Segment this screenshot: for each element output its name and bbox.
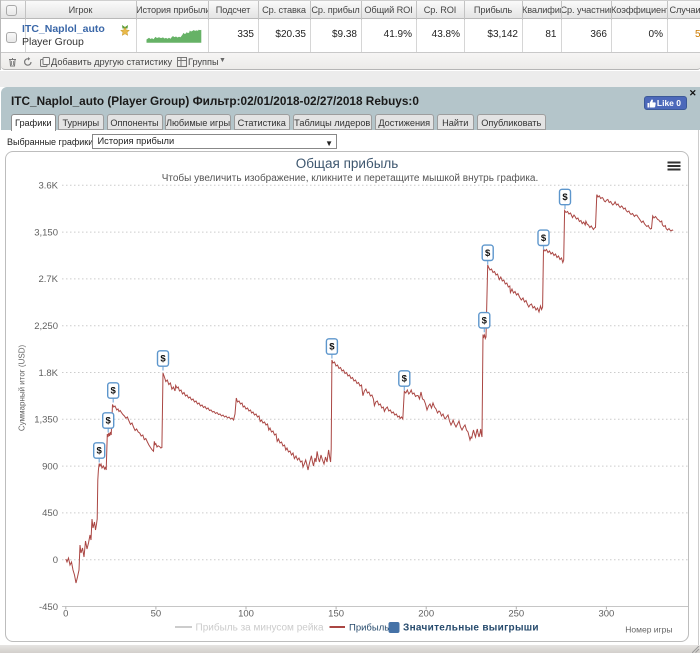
svg-text:0: 0 [53,555,58,566]
svg-text:$: $ [562,192,568,203]
svg-text:$: $ [329,342,335,353]
svg-text:$: $ [485,248,491,259]
svg-text:Номер игры: Номер игры [625,625,672,635]
svg-text:Прибыль: Прибыль [349,623,389,634]
svg-text:$: $ [541,233,547,244]
svg-text:300: 300 [598,609,614,620]
svg-text:Суммарный итог (USD): Суммарный итог (USD) [18,345,27,432]
svg-text:$: $ [97,446,103,457]
svg-text:-450: -450 [39,602,58,613]
svg-text:1,350: 1,350 [34,415,58,426]
svg-text:$: $ [111,386,117,397]
svg-text:100: 100 [238,609,254,620]
svg-text:2.7K: 2.7K [38,274,58,285]
svg-text:900: 900 [42,461,58,472]
svg-text:Чтобы увеличить изображение, к: Чтобы увеличить изображение, кликните и … [162,172,539,184]
svg-text:$: $ [482,316,488,327]
svg-text:Значительные выигрыши: Значительные выигрыши [403,623,539,634]
svg-text:Прибыль за минусом рейка: Прибыль за минусом рейка [196,622,325,634]
svg-text:1.8K: 1.8K [38,368,58,379]
svg-text:3,150: 3,150 [34,227,58,238]
svg-text:450: 450 [42,508,58,519]
svg-text:250: 250 [508,609,524,620]
svg-text:0: 0 [63,609,68,620]
svg-text:$: $ [106,416,112,427]
svg-text:50: 50 [151,609,162,620]
svg-text:150: 150 [328,609,344,620]
svg-text:$: $ [160,354,166,365]
svg-text:Общая прибыль: Общая прибыль [296,156,399,171]
svg-text:2,250: 2,250 [34,321,58,332]
svg-text:$: $ [402,374,408,385]
svg-text:200: 200 [418,609,434,620]
svg-text:3.6K: 3.6K [38,181,58,192]
